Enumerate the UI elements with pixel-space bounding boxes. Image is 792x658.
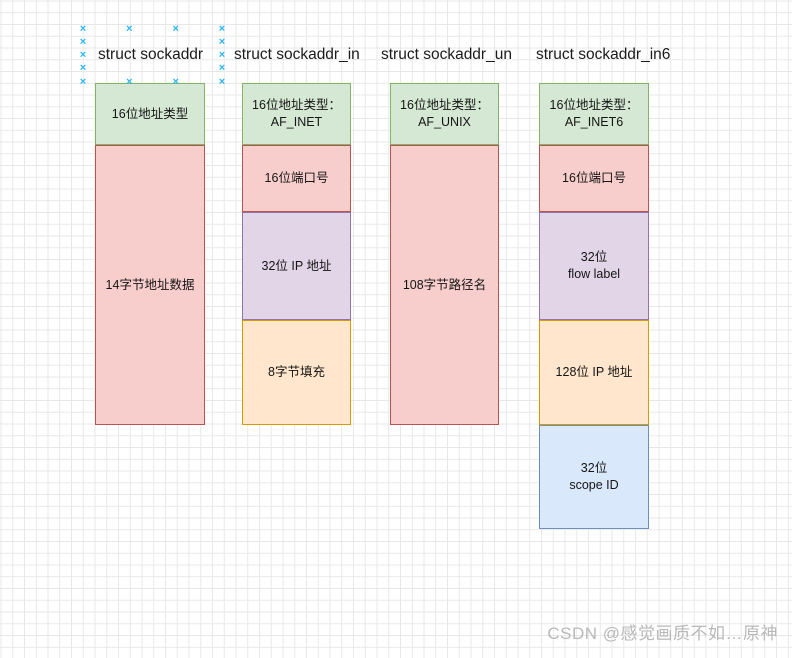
column-title-3: struct sockaddr_un [381,46,512,63]
struct-field-box[interactable]: 32位 IP 地址 [242,212,351,320]
selection-handle-icon[interactable] [218,64,227,73]
selection-handle-icon[interactable] [79,78,88,87]
struct-field-box[interactable]: 14字节地址数据 [95,145,205,425]
selection-handle-icon[interactable] [171,78,180,87]
struct-field-box[interactable]: 108字节路径名 [390,145,499,425]
struct-field-box[interactable]: 16位地址类型： AF_INET6 [539,83,649,145]
struct-field-box[interactable]: 16位地址类型： AF_INET [242,83,351,145]
selection-handle-icon[interactable] [218,78,227,87]
column-title-2: struct sockaddr_in [234,46,360,63]
selection-handle-icon[interactable] [125,78,134,87]
struct-field-box[interactable]: 16位端口号 [539,145,649,212]
selection-handle-icon[interactable] [171,25,180,34]
selection-handle-icon[interactable] [79,38,88,47]
selection-handle-icon[interactable] [218,38,227,47]
struct-field-box[interactable]: 128位 IP 地址 [539,320,649,425]
struct-field-box[interactable]: 8字节填充 [242,320,351,425]
struct-field-box[interactable]: 32位 scope ID [539,425,649,529]
selection-handle-icon[interactable] [79,51,88,60]
watermark: CSDN @感觉画质不如…原神 [547,624,778,643]
selection-handle-icon[interactable] [79,64,88,73]
column-title-4: struct sockaddr_in6 [536,46,671,63]
struct-field-box[interactable]: 16位地址类型： AF_UNIX [390,83,499,145]
struct-field-box[interactable]: 32位 flow label [539,212,649,320]
struct-field-box[interactable]: 16位端口号 [242,145,351,212]
selection-handle-icon[interactable] [218,25,227,34]
diagram-canvas: CSDN @感觉画质不如…原神 struct sockaddr 16位地址类型 14… [0,0,792,658]
column-title-1: struct sockaddr [98,46,204,63]
selection-handle-icon[interactable] [79,25,88,34]
struct-field-box[interactable]: 16位地址类型 [95,83,205,145]
selection-handle-icon[interactable] [125,25,134,34]
selection-handle-icon[interactable] [218,51,227,60]
